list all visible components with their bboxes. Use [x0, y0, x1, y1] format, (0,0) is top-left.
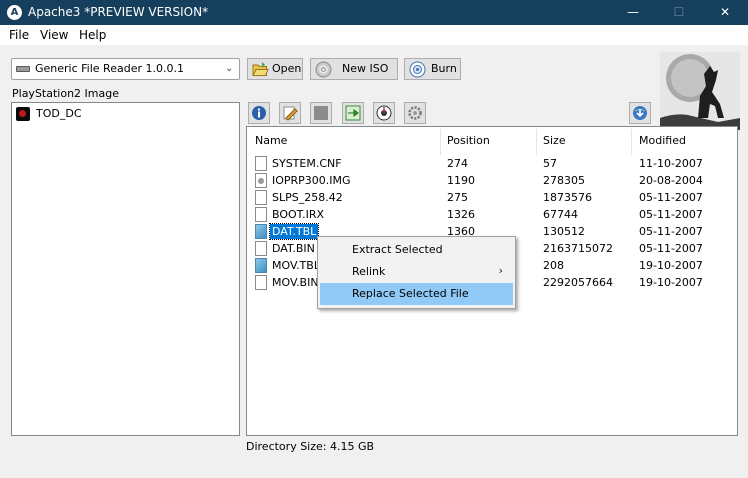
file-position: 275 [447, 191, 468, 204]
column-header-name[interactable]: Name [255, 134, 287, 148]
info-button[interactable] [248, 102, 270, 124]
column-divider[interactable] [440, 129, 441, 155]
file-modified: 20-08-2004 [639, 174, 703, 187]
edit-pencil-icon [283, 106, 298, 121]
export-button[interactable] [342, 102, 364, 124]
table-row[interactable]: SYSTEM.CNF 274 57 11-10-2007 [247, 155, 737, 172]
file-size: 208 [543, 259, 564, 272]
open-button[interactable]: Open [247, 58, 303, 80]
tree-item-label: TOD_DC [36, 107, 82, 120]
window-title: Apache3 *PREVIEW VERSION* [28, 5, 209, 19]
file-position: 274 [447, 157, 468, 170]
file-modified: 05-11-2007 [639, 242, 703, 255]
menu-view[interactable]: View [40, 27, 68, 43]
menu-item-relink[interactable]: Relink › [320, 261, 513, 283]
download-button[interactable] [629, 102, 651, 124]
file-icon [255, 241, 267, 256]
settings-button[interactable] [404, 102, 426, 124]
file-name: IOPRP300.IMG [272, 174, 351, 187]
menu-item-label: Extract Selected [352, 243, 443, 256]
file-name: MOV.BIN [272, 276, 319, 289]
column-header-modified[interactable]: Modified [639, 134, 686, 148]
gear-icon [408, 106, 422, 120]
disc-burn-icon [409, 61, 426, 78]
menu-bar: File View Help [0, 25, 748, 45]
file-size: 2292057664 [543, 276, 613, 289]
drive-icon [16, 66, 30, 72]
disc-tool-button[interactable] [373, 102, 395, 124]
file-size: 67744 [543, 208, 578, 221]
burn-button-label: Burn [431, 62, 457, 75]
info-icon [252, 106, 266, 120]
file-modified: 11-10-2007 [639, 157, 703, 170]
file-icon [255, 275, 267, 290]
table-row[interactable]: BOOT.IRX 1326 67744 05-11-2007 [247, 206, 737, 223]
menu-item-label: Replace Selected File [352, 287, 469, 300]
menu-item-extract-selected[interactable]: Extract Selected [320, 239, 513, 261]
reader-select[interactable]: Generic File Reader 1.0.0.1 ⌄ [11, 58, 240, 80]
image-tree: TOD_DC [11, 102, 240, 436]
context-menu: Extract Selected Relink › Replace Select… [317, 236, 516, 309]
file-name: DAT.TBL [268, 223, 320, 240]
file-modified: 05-11-2007 [639, 191, 703, 204]
table-file-icon [255, 224, 267, 239]
reader-select-value: Generic File Reader 1.0.0.1 [35, 62, 184, 75]
table-row[interactable]: IOPRP300.IMG 1190 278305 20-08-2004 [247, 172, 737, 189]
menu-item-label: Relink [352, 265, 386, 278]
file-position: 1326 [447, 208, 475, 221]
file-size: 130512 [543, 225, 585, 238]
stop-icon [314, 106, 328, 120]
close-button[interactable]: ✕ [702, 0, 748, 25]
ps2-image-label: PlayStation2 Image [12, 87, 119, 100]
wolf-moon-logo [660, 52, 740, 130]
file-size: 278305 [543, 174, 585, 187]
file-name: BOOT.IRX [272, 208, 325, 221]
chevron-down-icon: ⌄ [225, 63, 234, 74]
title-bar: A Apache3 *PREVIEW VERSION* — ☐ ✕ [0, 0, 748, 25]
file-size: 2163715072 [543, 242, 613, 255]
app-icon: A [7, 5, 22, 20]
menu-help[interactable]: Help [79, 27, 106, 43]
file-icon [255, 156, 267, 171]
new-iso-button-label: New ISO [342, 62, 389, 75]
open-button-label: Open [272, 62, 302, 75]
file-name: DAT.BIN [272, 242, 315, 255]
maximize-button[interactable]: ☐ [656, 0, 702, 25]
disc-icon [315, 61, 332, 78]
file-modified: 19-10-2007 [639, 259, 703, 272]
file-size: 57 [543, 157, 557, 170]
menu-file[interactable]: File [9, 27, 29, 43]
folder-open-icon [252, 62, 269, 76]
file-size: 1873576 [543, 191, 592, 204]
globe-download-icon [633, 106, 647, 120]
export-arrow-icon [345, 105, 361, 121]
edit-button[interactable] [279, 102, 301, 124]
list-header: Name Position Size Modified [247, 127, 737, 155]
disc-image-file-icon [255, 173, 267, 188]
directory-size-status: Directory Size: 4.15 GB [246, 440, 375, 453]
table-row[interactable]: SLPS_258.42 275 1873576 05-11-2007 [247, 189, 737, 206]
column-header-position[interactable]: Position [447, 134, 490, 148]
file-position: 1190 [447, 174, 475, 187]
menu-item-replace-selected-file[interactable]: Replace Selected File [320, 283, 513, 305]
submenu-arrow-icon: › [498, 264, 503, 277]
disc-clock-icon [376, 105, 392, 121]
burn-button[interactable]: Burn [404, 58, 461, 80]
ps2-icon [16, 107, 30, 121]
file-name: MOV.TBL [272, 259, 320, 272]
file-icon [255, 190, 267, 205]
table-file-icon [255, 258, 267, 273]
file-modified: 19-10-2007 [639, 276, 703, 289]
file-icon [255, 207, 267, 222]
new-iso-button[interactable]: New ISO [310, 58, 398, 80]
column-header-size[interactable]: Size [543, 134, 566, 148]
stop-button[interactable] [310, 102, 332, 124]
file-modified: 05-11-2007 [639, 208, 703, 221]
column-divider[interactable] [536, 129, 537, 155]
column-divider[interactable] [631, 129, 632, 155]
minimize-button[interactable]: — [610, 0, 656, 25]
file-modified: 05-11-2007 [639, 225, 703, 238]
file-name: SYSTEM.CNF [272, 157, 342, 170]
file-name: SLPS_258.42 [272, 191, 343, 204]
